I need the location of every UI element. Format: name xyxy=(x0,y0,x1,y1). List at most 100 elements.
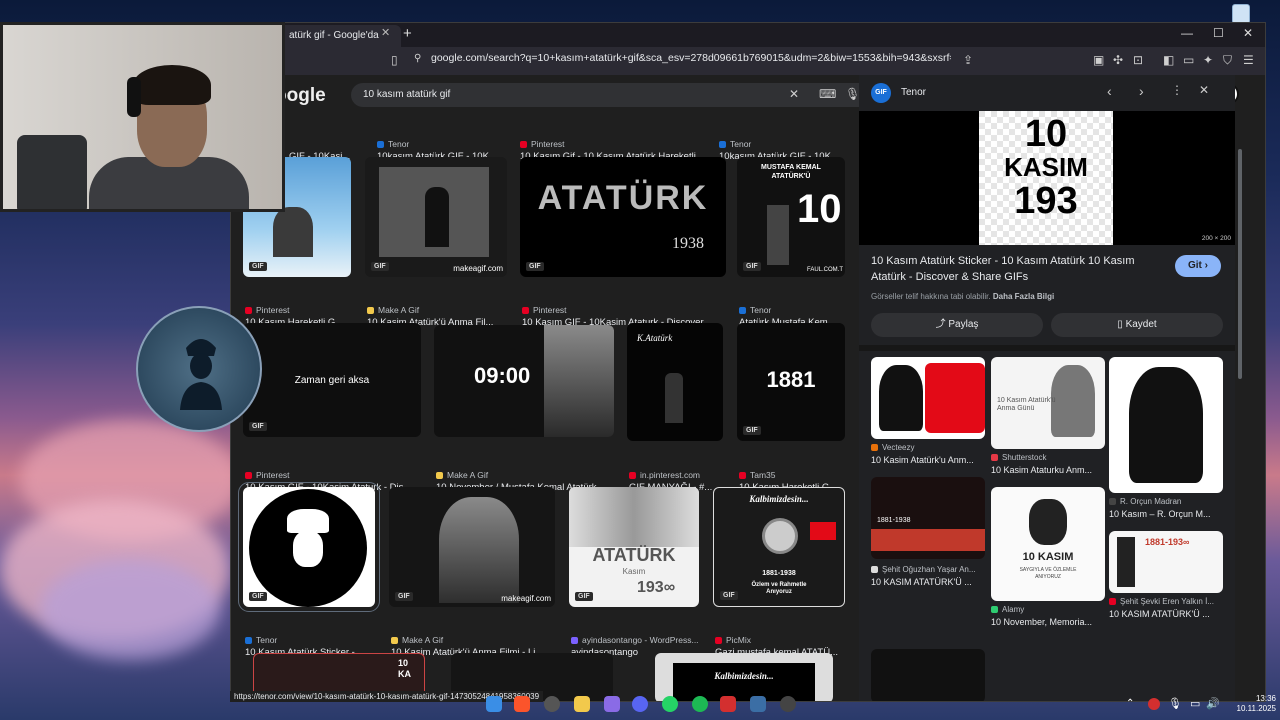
result-source: Pinterest xyxy=(520,139,565,149)
kalpak-shape xyxy=(287,509,329,533)
share-button[interactable]: ⤴ Paylaş xyxy=(871,313,1043,337)
image-result[interactable]: Kalbimizdesin... 1881-1938 Özlem ve Rahm… xyxy=(713,487,845,607)
extension-icon[interactable]: ▣ xyxy=(1093,53,1104,67)
visit-button[interactable]: Git › xyxy=(1175,255,1221,277)
tray-app-icon[interactable] xyxy=(1148,698,1160,710)
new-tab-icon[interactable]: + xyxy=(403,25,412,42)
person-hair xyxy=(133,65,211,105)
related-title[interactable]: 10 KASIM ATATÜRK'Ü ... xyxy=(871,577,983,587)
image-result[interactable]: 09:00 xyxy=(434,325,614,437)
bookmark-icon[interactable]: ▯ xyxy=(391,53,398,67)
figure-silhouette xyxy=(425,187,449,247)
save-button[interactable]: ▯ Kaydet xyxy=(1051,313,1223,337)
mic-icon[interactable]: 🎙 xyxy=(845,87,860,101)
image-result[interactable]: Zaman geri aksa GIF xyxy=(243,323,421,437)
learn-more-link[interactable]: Daha Fazla Bilgi xyxy=(993,292,1054,301)
maximize-icon[interactable]: ☐ xyxy=(1213,26,1224,40)
tray-chevron-icon[interactable]: ⌃ xyxy=(1126,698,1136,709)
leo-icon[interactable]: ✦ xyxy=(1203,53,1213,67)
steam-icon[interactable] xyxy=(780,696,796,712)
whatsapp-icon[interactable] xyxy=(662,696,678,712)
menu-icon[interactable]: ☰ xyxy=(1243,53,1254,67)
image-result[interactable]: 1881 GIF xyxy=(737,323,845,441)
related-image[interactable]: 10 KASIM SAYGIYLA VE ÖZLEMLE ANIYORUZ xyxy=(991,487,1105,601)
image-result[interactable]: GIF makeagif.com xyxy=(365,157,507,277)
recycle-bin-icon[interactable] xyxy=(1232,4,1250,24)
puzzle-icon[interactable]: ✣ xyxy=(1113,53,1123,67)
minimize-icon[interactable]: — xyxy=(1181,26,1193,40)
desktop-cloud xyxy=(40,560,220,660)
image-result[interactable]: ATATÜRK Kasım 193∞ GIF xyxy=(569,487,699,607)
app-icon[interactable] xyxy=(720,696,736,712)
circle-portrait xyxy=(249,489,367,607)
tab-close-icon[interactable]: ✕ xyxy=(381,26,390,39)
portrait-silhouette xyxy=(180,339,222,410)
volume-icon[interactable]: 🔊 xyxy=(1206,697,1222,713)
result-source: PicMix xyxy=(715,635,751,645)
monitor-icon[interactable]: ▭ xyxy=(1190,697,1206,713)
gif-badge: GIF xyxy=(526,262,544,271)
gif-badge: GIF xyxy=(743,262,761,271)
vpn-icon[interactable]: ⛉ xyxy=(1223,53,1232,68)
image-result[interactable]: GIF makeagif.com xyxy=(389,487,555,607)
keyboard-icon[interactable]: ⌨ xyxy=(819,87,836,101)
discord-icon[interactable] xyxy=(632,696,648,712)
sidebar-icon[interactable]: ◧ xyxy=(1163,53,1174,67)
portrait-silhouette xyxy=(1029,499,1067,545)
tile-clock: 09:00 xyxy=(474,363,531,388)
browser-window: atürk gif - Google'da ✕ + — ☐ ✕ ▯ ⚲ goog… xyxy=(230,22,1266,702)
file-explorer-icon[interactable] xyxy=(574,696,590,712)
save-label: Kaydet xyxy=(1125,319,1157,330)
app-icon[interactable] xyxy=(750,696,766,712)
close-window-icon[interactable]: ✕ xyxy=(1243,26,1253,40)
next-arrow-icon[interactable]: › xyxy=(1139,83,1144,99)
preview-image[interactable]: 10 KASIM 193 200 × 200 xyxy=(859,111,1235,245)
gif-badge: GIF xyxy=(249,422,267,431)
headset-icon xyxy=(127,77,141,117)
clear-icon[interactable]: ✕ xyxy=(789,87,799,101)
related-image[interactable]: 1881-193∞ xyxy=(1109,531,1223,593)
scrollbar[interactable] xyxy=(1238,149,1242,379)
spotify-icon[interactable] xyxy=(692,696,708,712)
related-source: Şehit Şevki Eren Yalkın İ... xyxy=(1109,597,1214,606)
result-source: Pinterest xyxy=(245,305,290,315)
panel-source[interactable]: Tenor xyxy=(901,87,926,98)
share-page-icon[interactable]: ⇪ xyxy=(963,53,973,67)
circle-portrait-widget[interactable] xyxy=(136,306,262,432)
taskbar-clock[interactable]: 13:36 10.11.2025 xyxy=(1222,694,1276,714)
watermark: makeagif.com xyxy=(501,594,551,603)
start-icon[interactable] xyxy=(486,696,502,712)
screenshot-icon[interactable]: ⊡ xyxy=(1133,53,1143,67)
related-title[interactable]: 10 November, Memoria... xyxy=(991,617,1105,627)
result-source: Tenor xyxy=(377,139,409,149)
brave-icon[interactable] xyxy=(514,696,530,712)
image-size: 200 × 200 xyxy=(1201,235,1231,242)
address-bar[interactable]: google.com/search?q=10+kasım+atatürk+gif… xyxy=(431,52,951,64)
related-image[interactable] xyxy=(1109,357,1223,493)
address-toolbar: ▯ ⚲ google.com/search?q=10+kasım+atatürk… xyxy=(231,47,1265,75)
close-panel-icon[interactable]: ✕ xyxy=(1199,83,1209,97)
site-info-icon[interactable]: ⚲ xyxy=(414,53,421,64)
app-icon[interactable] xyxy=(544,696,560,712)
related-title[interactable]: 10 Kasim Atatürk'u Anm... xyxy=(871,455,983,465)
image-result[interactable]: ATATÜRK 1938 GIF xyxy=(520,157,726,277)
related-title[interactable]: 10 Kasım – R. Orçun M... xyxy=(1109,509,1223,519)
image-result[interactable]: K.Atatürk xyxy=(627,323,723,441)
more-options-icon[interactable]: ⋮ xyxy=(1171,83,1183,97)
related-title[interactable]: 10 Kasim Ataturku Anm... xyxy=(991,465,1105,475)
related-image[interactable]: 1881-1938 xyxy=(871,477,985,559)
image-result-selected[interactable]: GIF xyxy=(238,482,380,612)
related-image[interactable]: 10 Kasım Atatürk'ü Anma Günü xyxy=(991,357,1105,449)
mic-icon[interactable]: 🎙 xyxy=(1168,697,1184,713)
tile-subtitle: Kasım xyxy=(622,567,646,576)
panel-title[interactable]: 10 Kasım Atatürk Sticker - 10 Kasım Atat… xyxy=(871,253,1161,285)
tile-year: 193∞ xyxy=(637,579,676,596)
prev-arrow-icon[interactable]: ‹ xyxy=(1107,83,1112,99)
image-result[interactable]: MUSTAFA KEMAL ATATÜRK'Ü 10 GIF FAUL.COM.… xyxy=(737,157,845,277)
wallet-icon[interactable]: ▭ xyxy=(1183,53,1194,67)
related-image[interactable] xyxy=(871,357,985,439)
app-icon[interactable] xyxy=(604,696,620,712)
search-input[interactable]: 10 kasım atatürk gif ✕ ⌨ 🎙 ◎ ⚲ xyxy=(351,83,923,107)
clock-time: 13:36 xyxy=(1255,694,1276,703)
related-title[interactable]: 10 KASIM ATATÜRK'Ü ... xyxy=(1109,609,1223,619)
